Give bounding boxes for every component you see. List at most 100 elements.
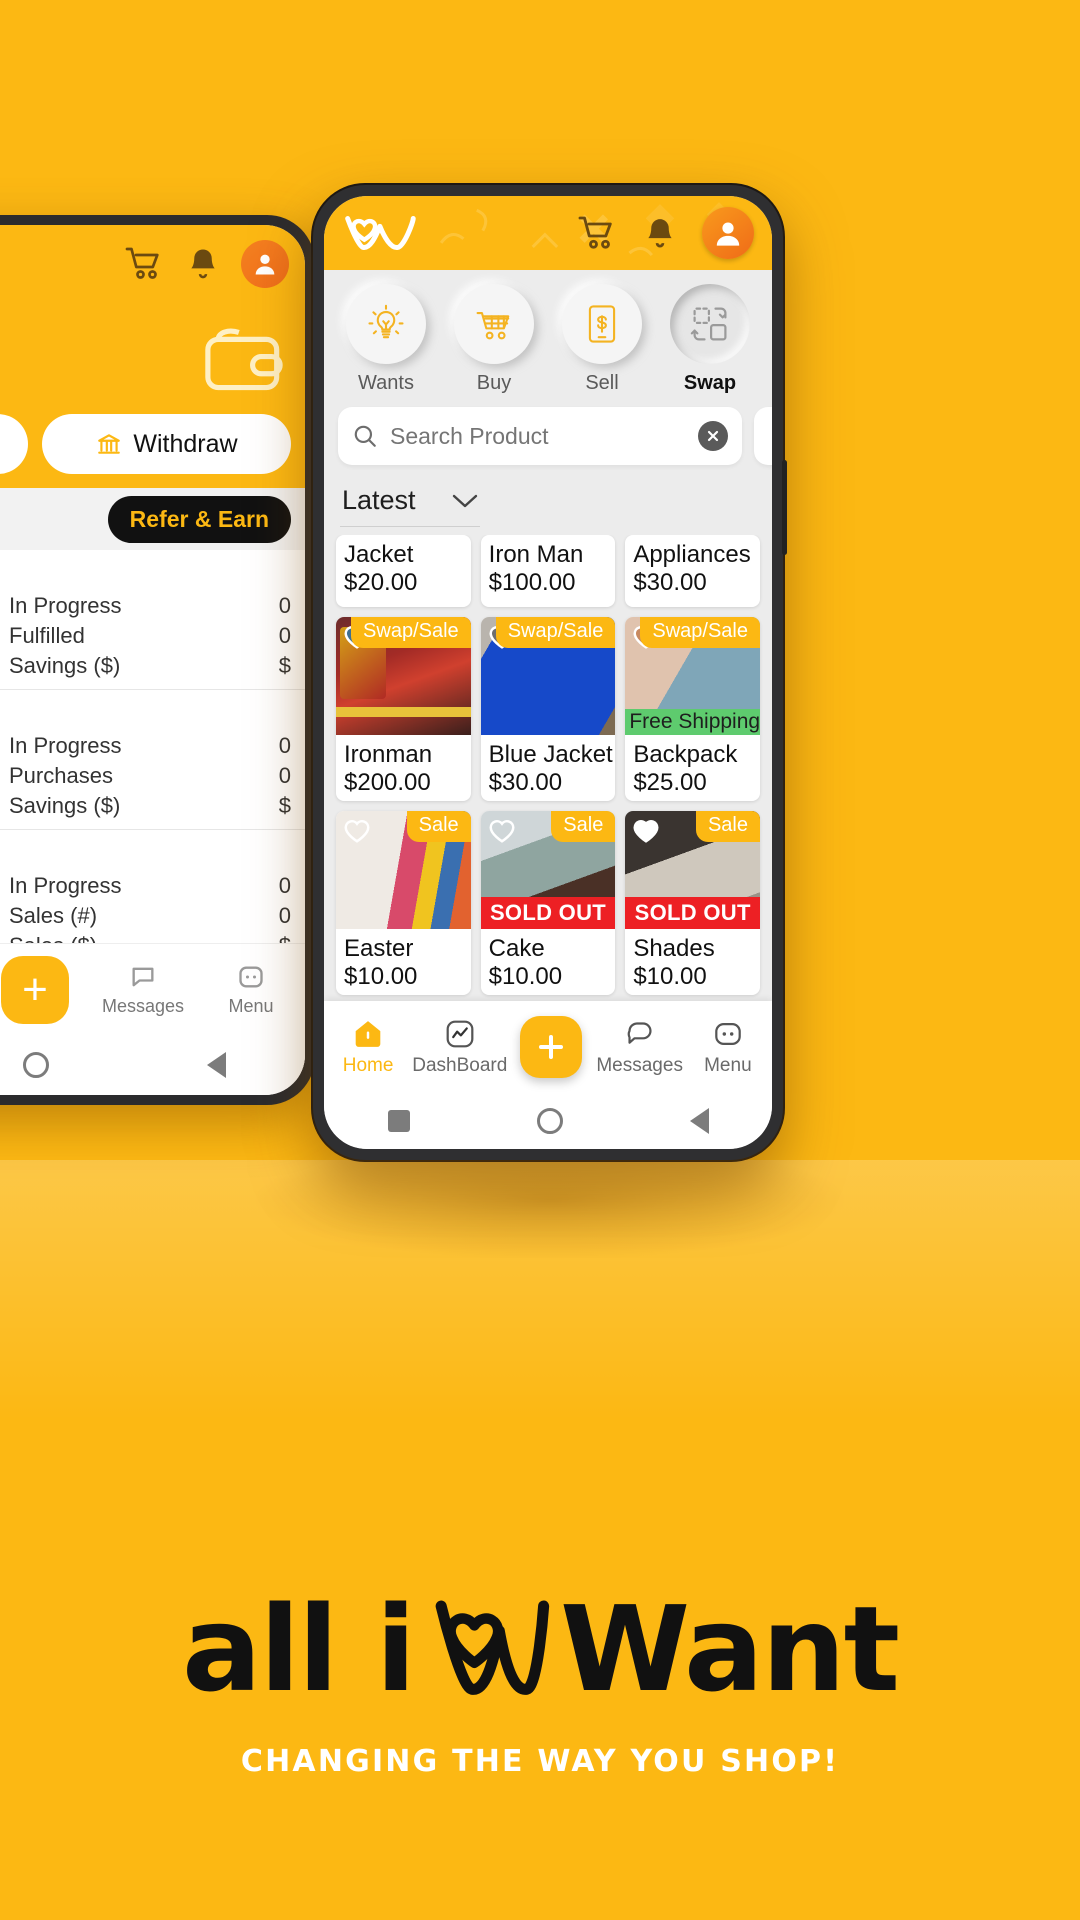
search-icon <box>354 425 376 447</box>
card-body: Easter $10.00 <box>336 929 471 995</box>
nav-label: DashBoard <box>412 1054 508 1076</box>
nav-label: Menu <box>228 995 274 1016</box>
refer-and-earn-button[interactable]: Refer & Earn <box>107 495 291 543</box>
row-left-value: 0 <box>0 653 9 679</box>
row-right-value: 0 <box>278 593 291 619</box>
activity-row: Offers Sent0Purchases0 <box>0 761 291 791</box>
search-box[interactable] <box>338 407 742 465</box>
activities-header: Activities Refer & Earn <box>0 488 305 551</box>
card-body: Ironman $200.00 <box>336 735 471 801</box>
product-card[interactable]: Swap/Sale Ironman $200.00 <box>336 617 471 802</box>
clear-x-icon[interactable] <box>698 421 728 451</box>
category-circle <box>562 284 642 364</box>
product-image: Swap/Sale <box>480 617 616 736</box>
category-circle <box>454 284 534 364</box>
row-right-label: Savings ($) <box>9 653 121 679</box>
card-body: Backpack $25.00 <box>625 735 760 801</box>
plus-fab-icon[interactable]: + <box>1 955 69 1024</box>
activity-row: Saved for Later0Savings ($)$ <box>0 651 291 681</box>
row-right-value: 0 <box>278 623 291 649</box>
row-right-value: 0 <box>278 763 291 789</box>
activity-section: Buying Cart0In Progress0 Offers Sent0Pur… <box>0 690 305 831</box>
search-input[interactable] <box>390 422 686 450</box>
category-buy[interactable]: Buy <box>448 284 540 395</box>
cart-icon[interactable] <box>125 246 165 282</box>
product-image: Sale <box>336 811 471 930</box>
home-icon <box>355 1020 381 1047</box>
row-right-label: Sales (#) <box>9 903 98 929</box>
category-label: Sell <box>585 372 619 394</box>
nav-item-home[interactable]: Home <box>324 1018 412 1077</box>
row-right-value: 0 <box>278 873 291 899</box>
search-row <box>324 403 772 475</box>
chart-icon <box>446 1020 474 1047</box>
avatar[interactable] <box>702 207 754 259</box>
product-title: Ironman <box>344 741 433 769</box>
nav-item-create[interactable] <box>507 1016 595 1078</box>
bell-icon[interactable] <box>187 246 219 282</box>
row-left-value: 0 <box>0 623 9 649</box>
cart-icon[interactable] <box>578 215 618 251</box>
history-button[interactable]: History <box>0 414 28 475</box>
location-button[interactable] <box>754 407 772 465</box>
product-card[interactable]: Swap/Sale Blue Jacket $30.00 <box>480 617 616 802</box>
row-right-value: $ <box>278 653 291 679</box>
plus-fab-icon[interactable] <box>520 1016 583 1078</box>
product-card[interactable]: Sale SOLD OUT Shades $10.00 <box>625 811 760 995</box>
location-pin-icon <box>768 421 772 451</box>
triangle-back-icon[interactable] <box>207 1052 227 1078</box>
primary-phone-home: Wants Buy Sell Swap Search Product Lates… <box>313 185 787 1160</box>
card-body: Jacket $20.00 <box>336 535 471 607</box>
favorite-heart-icon[interactable] <box>487 816 517 844</box>
favorite-heart-icon[interactable] <box>631 816 661 844</box>
activity-row: Cart0In Progress0 <box>0 731 291 761</box>
activity-row: Your Requests0In Progress0 <box>0 591 291 621</box>
secondary-phone-dashboard: DashBoard Wa <box>0 215 315 1105</box>
sort-dropdown[interactable]: Latest <box>340 481 480 527</box>
avatar[interactable] <box>241 240 289 288</box>
square-recents-icon[interactable] <box>387 1110 410 1132</box>
product-card[interactable]: Sale Easter $10.00 <box>336 811 471 995</box>
row-left-value: 0 <box>0 763 9 789</box>
favorite-heart-icon[interactable] <box>342 816 372 844</box>
sidebar-item-menu[interactable]: Menu <box>197 963 305 1017</box>
circle-home-icon[interactable] <box>536 1108 563 1134</box>
nav-item-menu[interactable]: Menu <box>684 1018 772 1077</box>
status-badge: Swap/Sale <box>640 617 760 649</box>
bank-icon <box>98 434 121 455</box>
product-title: Blue Jacket <box>488 741 613 769</box>
product-card[interactable]: Sale SOLD OUT Cake $10.00 <box>480 811 616 995</box>
product-price: $25.00 <box>633 768 707 796</box>
row-left-value: 0 <box>0 793 9 819</box>
wallet-balance-panel: Wallet Balance 0.00 <box>0 303 305 415</box>
row-left-value: 0 <box>0 903 9 929</box>
brand-name-prefix: all i <box>181 1580 416 1718</box>
status-badge: Sale <box>695 811 760 843</box>
create-listing-button[interactable]: + <box>0 955 89 1024</box>
product-title: Cake <box>488 935 545 963</box>
row-right-label: In Progress <box>9 593 122 619</box>
category-swap[interactable]: Swap <box>664 284 756 395</box>
circle-home-icon[interactable] <box>23 1052 50 1078</box>
product-card[interactable]: Appliances $30.00 <box>625 535 760 608</box>
brand-name-suffix: Want <box>560 1580 900 1718</box>
row-right-value: $ <box>278 793 291 819</box>
sidebar-item-messages[interactable]: Messages <box>89 963 197 1017</box>
product-price: $20.00 <box>344 568 418 596</box>
category-wants[interactable]: Wants <box>340 284 432 395</box>
product-price: $10.00 <box>344 962 418 990</box>
product-price: $100.00 <box>488 568 576 596</box>
withdraw-button[interactable]: Withdraw <box>42 414 291 475</box>
product-card[interactable]: Iron Man $100.00 <box>480 535 616 608</box>
product-card[interactable]: Jacket $20.00 <box>336 535 471 608</box>
nav-item-dashboard[interactable]: DashBoard <box>412 1018 507 1077</box>
secondary-phone-screen: DashBoard Wa <box>0 225 305 1095</box>
product-card[interactable]: Swap/Sale Free Shipping Backpack $25.00 <box>625 617 760 802</box>
nav-item-messages[interactable]: Messages <box>596 1018 684 1077</box>
bell-icon[interactable] <box>644 215 676 251</box>
nav-label: Menu <box>704 1054 752 1076</box>
category-label: Wants <box>358 372 414 394</box>
triangle-back-icon[interactable] <box>689 1108 709 1134</box>
category-sell[interactable]: Sell <box>556 284 648 395</box>
bottom-nav: Home DashBoard Messages Menu <box>324 1001 772 1093</box>
